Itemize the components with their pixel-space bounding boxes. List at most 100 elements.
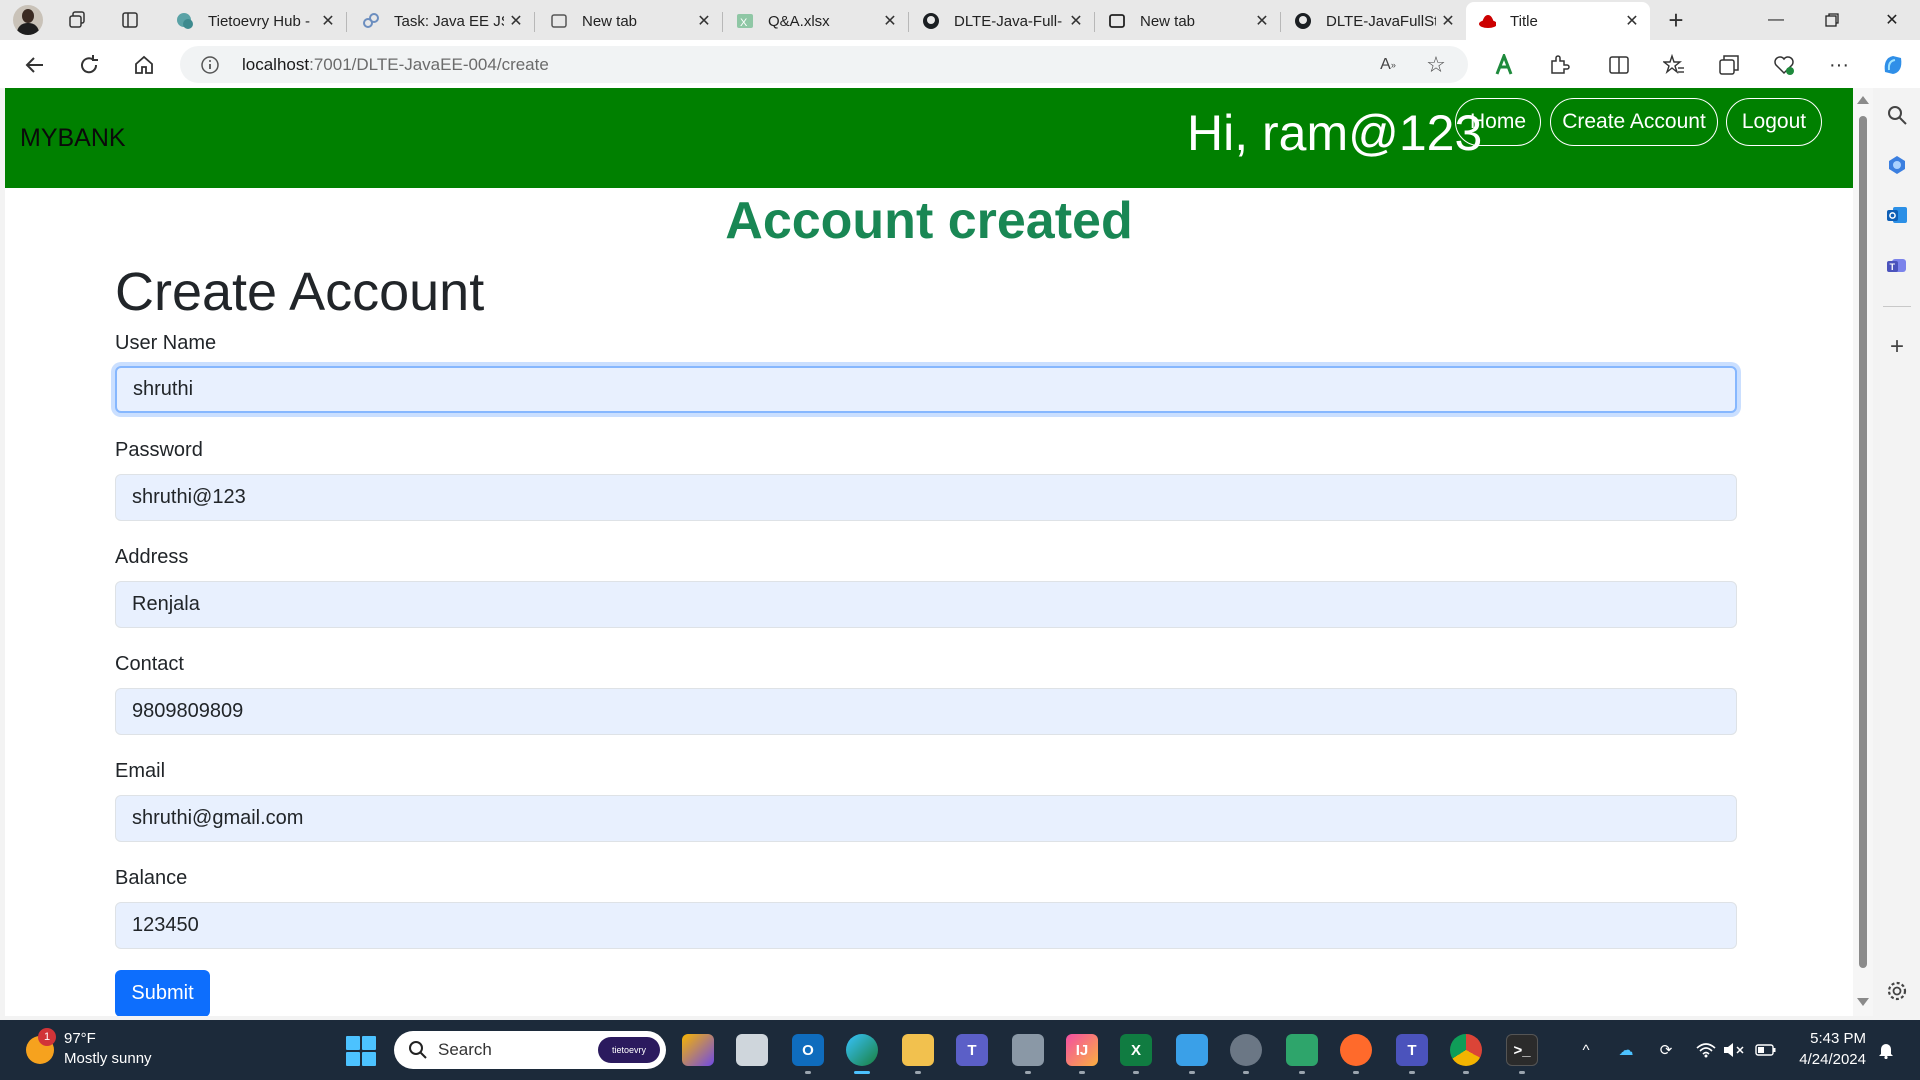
contact-input[interactable]: 9809809809 [115, 688, 1737, 735]
settings-taskbar-icon[interactable] [1230, 1034, 1262, 1066]
email-label: Email [115, 760, 166, 782]
copilot-preview-app-icon[interactable] [682, 1034, 714, 1066]
tab-qa-xlsx[interactable]: X Q&A.xlsx ✕ [724, 2, 909, 40]
media-app-icon[interactable] [1286, 1034, 1318, 1066]
weather-description[interactable]: Mostly sunny [64, 1050, 152, 1067]
more-menu-icon[interactable]: ··· [1826, 52, 1852, 78]
logout-nav-button[interactable]: Logout [1726, 98, 1822, 146]
chrome-icon[interactable] [1450, 1034, 1482, 1066]
extensions-puzzle-icon[interactable] [1546, 52, 1572, 78]
windows-start-icon[interactable] [346, 1036, 376, 1066]
refresh-icon[interactable] [74, 50, 104, 80]
windows-taskbar: 1 97°F Mostly sunny Search tietoevry O T… [0, 1020, 1920, 1080]
close-tab-icon[interactable]: ✕ [504, 9, 528, 33]
url-text[interactable]: localhost:7001/DLTE-JavaEE-004/create [242, 55, 549, 75]
clock-date[interactable]: 4/24/2024 [1794, 1051, 1866, 1068]
notification-bell-icon[interactable] [1874, 1038, 1898, 1062]
close-tab-icon[interactable]: ✕ [878, 9, 902, 33]
submit-button[interactable]: Submit [115, 970, 210, 1016]
close-tab-icon[interactable]: ✕ [1250, 9, 1274, 33]
scroll-down-arrow-icon[interactable] [1857, 998, 1869, 1006]
notepad-icon[interactable] [1176, 1034, 1208, 1066]
workspaces-icon[interactable] [65, 8, 89, 32]
tray-overflow-chevron-icon[interactable]: ^ [1574, 1038, 1598, 1062]
address-bar[interactable]: localhost:7001/DLTE-JavaEE-004/create A»… [180, 46, 1468, 83]
link-icon [362, 12, 380, 30]
back-arrow-icon[interactable] [19, 50, 49, 80]
read-aloud-icon[interactable]: A» [1376, 53, 1400, 77]
task-view-icon[interactable] [736, 1034, 768, 1066]
close-tab-icon[interactable]: ✕ [692, 9, 716, 33]
db-app-icon[interactable] [1012, 1034, 1044, 1066]
github-icon [1294, 12, 1312, 30]
teams-new-icon[interactable]: T [1396, 1034, 1428, 1066]
redhat-icon [1478, 12, 1496, 30]
site-info-icon[interactable] [200, 55, 220, 75]
outlook-icon[interactable] [1884, 202, 1910, 228]
volume-muted-icon[interactable] [1722, 1038, 1746, 1062]
sidebar-divider [1883, 306, 1911, 307]
tab-tietoevry-hub[interactable]: Tietoevry Hub - ✕ [164, 2, 347, 40]
contact-label: Contact [115, 653, 184, 675]
tab-task-java-ee[interactable]: Task: Java EE JSF ✕ [350, 2, 535, 40]
collections-icon[interactable] [1716, 52, 1742, 78]
tab-new-tab-1[interactable]: New tab ✕ [538, 2, 723, 40]
close-tab-icon[interactable]: ✕ [1620, 9, 1644, 33]
close-tab-icon[interactable]: ✕ [1436, 9, 1460, 33]
brand-logo[interactable]: MYBANK [20, 124, 126, 153]
home-icon[interactable] [129, 50, 159, 80]
sidebar-settings-gear-icon[interactable] [1884, 978, 1910, 1004]
terminal-icon[interactable]: >_ [1506, 1034, 1538, 1066]
close-window-icon[interactable]: ✕ [1864, 0, 1920, 40]
clock-time[interactable]: 5:43 PM [1806, 1030, 1866, 1047]
password-input[interactable]: shruthi@123 [115, 474, 1737, 521]
username-label: User Name [115, 332, 217, 354]
tab-title-active[interactable]: Title ✕ [1466, 2, 1650, 40]
scrollbar-thumb[interactable] [1859, 116, 1867, 968]
tab-dlte-javafullst[interactable]: DLTE-JavaFullSt ✕ [1282, 2, 1466, 40]
create-account-nav-button[interactable]: Create Account [1550, 98, 1718, 146]
password-label: Password [115, 439, 203, 461]
profile-avatar[interactable] [13, 5, 43, 35]
favorite-star-icon[interactable]: ☆ [1424, 52, 1448, 77]
battery-icon[interactable] [1754, 1038, 1778, 1062]
split-screen-icon[interactable] [1606, 52, 1632, 78]
close-tab-icon[interactable]: ✕ [316, 9, 340, 33]
teams-taskbar-icon[interactable]: T [956, 1034, 988, 1066]
sync-icon[interactable]: ⟳ [1654, 1038, 1678, 1062]
minimize-icon[interactable]: — [1748, 0, 1804, 40]
email-input[interactable]: shruthi@gmail.com [115, 795, 1737, 842]
username-input[interactable]: shruthi [115, 366, 1737, 413]
teams-sidebar-icon[interactable]: T [1884, 252, 1910, 278]
outlook-taskbar-icon[interactable]: O [792, 1034, 824, 1066]
weather-temperature[interactable]: 97°F [64, 1030, 96, 1047]
taskbar-search-box[interactable]: Search tietoevry [394, 1031, 666, 1069]
favorites-icon[interactable] [1661, 52, 1687, 78]
balance-input[interactable]: 123450 [115, 902, 1737, 949]
search-icon [409, 1041, 427, 1059]
address-input[interactable]: Renjala [115, 581, 1737, 628]
postman-icon[interactable] [1340, 1034, 1372, 1066]
add-sidebar-app-icon[interactable]: + [1884, 333, 1910, 360]
edge-browser-icon[interactable] [846, 1034, 878, 1066]
scroll-up-arrow-icon[interactable] [1857, 96, 1869, 104]
onedrive-cloud-icon[interactable]: ☁ [1614, 1038, 1638, 1062]
copilot-sidebar-icon[interactable] [1884, 152, 1910, 178]
home-nav-button[interactable]: Home [1455, 98, 1541, 146]
vertical-tabs-icon[interactable] [118, 8, 142, 32]
extension-a-icon[interactable] [1491, 52, 1517, 78]
user-greeting: Hi, ram@123 [1187, 105, 1483, 161]
tab-dlte-java-full[interactable]: DLTE-Java-Full- ✕ [910, 2, 1095, 40]
browser-essentials-icon[interactable] [1771, 52, 1797, 78]
close-tab-icon[interactable]: ✕ [1064, 9, 1088, 33]
tab-new-tab-2[interactable]: New tab ✕ [1096, 2, 1281, 40]
excel-taskbar-icon[interactable]: X [1120, 1034, 1152, 1066]
intellij-icon[interactable]: IJ [1066, 1034, 1098, 1066]
new-tab-plus-icon[interactable]: + [1664, 5, 1688, 35]
sidebar-search-icon[interactable] [1884, 102, 1910, 128]
wifi-icon[interactable] [1694, 1038, 1718, 1062]
file-explorer-icon[interactable] [902, 1034, 934, 1066]
page-scrollbar[interactable] [1853, 88, 1873, 1016]
copilot-icon[interactable] [1880, 52, 1906, 78]
restore-icon[interactable] [1804, 0, 1860, 40]
